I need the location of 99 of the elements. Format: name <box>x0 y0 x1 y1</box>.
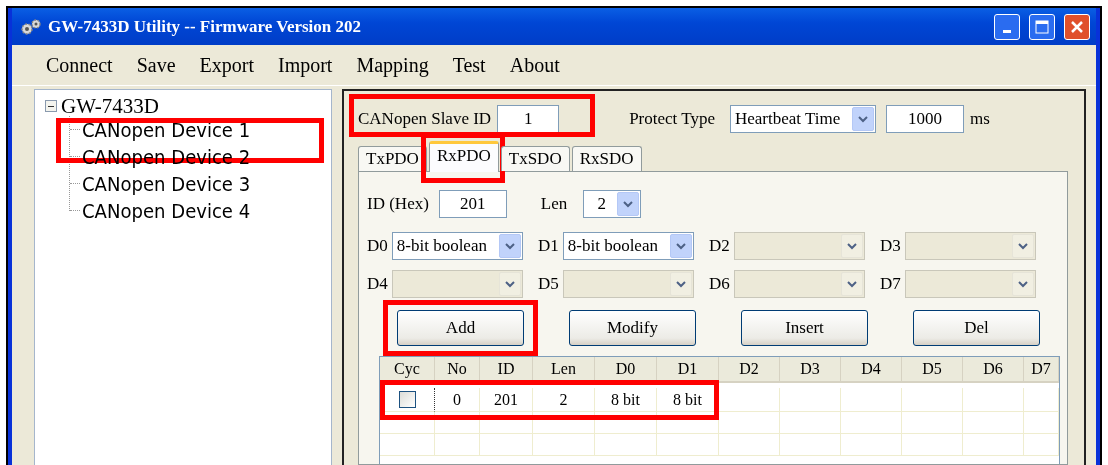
tab[interactable]: RxSDO <box>571 146 642 171</box>
minimize-button[interactable] <box>994 13 1020 40</box>
close-icon <box>1070 19 1084 34</box>
field-label: Len <box>540 194 568 214</box>
table-cell <box>533 434 595 456</box>
tree-item[interactable]: CANopen Device 1 <box>82 119 251 140</box>
table-cell <box>480 434 533 456</box>
action-button[interactable]: Del <box>913 310 1040 346</box>
tree-item[interactable]: CANopen Device 3 <box>82 173 251 194</box>
table-cell: 8 bit <box>657 388 719 412</box>
table-cell <box>1024 434 1059 456</box>
table-cell <box>435 434 480 456</box>
field-label: Protect Type <box>629 109 715 129</box>
column-header[interactable]: D5 <box>902 357 963 383</box>
table-cell <box>963 412 1024 434</box>
table-cell <box>841 388 902 412</box>
table-cell: 201 <box>480 388 533 412</box>
unit-label: ms <box>970 109 990 129</box>
field-label: D0 <box>367 236 388 256</box>
column-header[interactable]: D1 <box>657 357 719 383</box>
table-cell <box>380 434 435 456</box>
field-label: D3 <box>880 236 901 256</box>
maximize-button[interactable] <box>1029 13 1055 40</box>
window-title: GW-7433D Utility -- Firmware Version 202 <box>48 16 363 37</box>
minimize-icon <box>1003 30 1011 33</box>
table-cell <box>902 412 963 434</box>
tab[interactable]: TxSDO <box>500 146 570 171</box>
field-label: D1 <box>538 236 559 256</box>
field-label: D6 <box>709 274 730 294</box>
field-label: D7 <box>880 274 901 294</box>
maximize-icon <box>1035 19 1049 34</box>
field-label: CANopen Slave ID <box>358 109 492 129</box>
data-type-dropdown[interactable]: 8-bit boolean <box>391 232 523 260</box>
table-cell: 2 <box>533 388 595 412</box>
column-header[interactable]: D7 <box>1024 357 1059 383</box>
id-field[interactable]: 201 <box>438 190 507 218</box>
table-cell <box>1024 412 1059 434</box>
menu-item[interactable]: Test <box>440 53 498 77</box>
column-header[interactable]: D6 <box>963 357 1024 383</box>
checkbox[interactable] <box>398 391 416 408</box>
protect-type-dropdown[interactable]: Heartbeat Time <box>730 105 876 133</box>
table-cell <box>902 388 963 412</box>
table-cell <box>780 388 841 412</box>
tree-item[interactable]: CANopen Device 4 <box>82 200 251 221</box>
menu-item[interactable]: Import <box>266 53 345 77</box>
time-field[interactable]: 1000 <box>886 105 964 133</box>
menu-item[interactable]: Mapping <box>344 53 441 77</box>
table-cell <box>963 388 1024 412</box>
column-header[interactable]: Cyc <box>380 357 435 383</box>
gears-icon <box>20 18 42 35</box>
length-dropdown[interactable]: 2 <box>583 190 642 218</box>
menu-item[interactable]: Export <box>187 53 266 77</box>
table-cell <box>380 412 435 434</box>
table-cell <box>435 412 480 434</box>
tab[interactable]: TxPDO <box>358 146 427 171</box>
table-cell <box>719 388 780 412</box>
column-header[interactable]: D2 <box>719 357 780 383</box>
menu-item[interactable]: Save <box>124 53 188 77</box>
field-label: D5 <box>538 274 559 294</box>
table-cell <box>841 412 902 434</box>
tree-item[interactable]: GW-7433D <box>61 96 159 116</box>
data-type-dropdown[interactable]: 8-bit boolean <box>562 232 694 260</box>
column-header[interactable]: D4 <box>841 357 902 383</box>
table-cell <box>480 412 533 434</box>
table-cell <box>533 412 595 434</box>
column-header[interactable]: D3 <box>780 357 841 383</box>
column-header[interactable]: D0 <box>595 357 657 383</box>
dropdown-value: 8-bit boolean <box>567 236 659 256</box>
table-cell <box>595 412 657 434</box>
table-cell: 8 bit <box>595 388 657 412</box>
menu-item[interactable]: About <box>497 53 572 77</box>
table-cell <box>780 434 841 456</box>
table-cell <box>902 434 963 456</box>
table-cell <box>1024 388 1059 412</box>
table-cell <box>595 434 657 456</box>
action-button[interactable]: Add <box>397 310 524 346</box>
field-label: D4 <box>367 274 388 294</box>
close-button[interactable] <box>1064 13 1090 40</box>
column-header[interactable]: Len <box>533 357 595 383</box>
action-button[interactable]: Modify <box>569 310 696 346</box>
table-cell <box>719 434 780 456</box>
slave-id-field[interactable]: 1 <box>497 105 560 133</box>
column-header[interactable]: ID <box>480 357 533 383</box>
table-cell <box>657 434 719 456</box>
table-cell <box>780 412 841 434</box>
action-button[interactable]: Insert <box>741 310 868 346</box>
dropdown-value: 2 <box>596 194 608 214</box>
table-cell <box>719 412 780 434</box>
table-cell: 0 <box>435 388 480 412</box>
dropdown-value: Heartbeat Time <box>735 109 842 129</box>
column-header[interactable]: No <box>435 357 480 383</box>
menu-item[interactable]: Connect <box>34 53 125 77</box>
field-label: ID (Hex) <box>367 194 429 214</box>
table-cell <box>963 434 1024 456</box>
dropdown-value: 8-bit boolean <box>396 236 488 256</box>
collapse-icon[interactable] <box>45 100 57 112</box>
table-cell <box>841 434 902 456</box>
tab[interactable]: RxPDO <box>428 141 499 172</box>
field-label: D2 <box>709 236 730 256</box>
